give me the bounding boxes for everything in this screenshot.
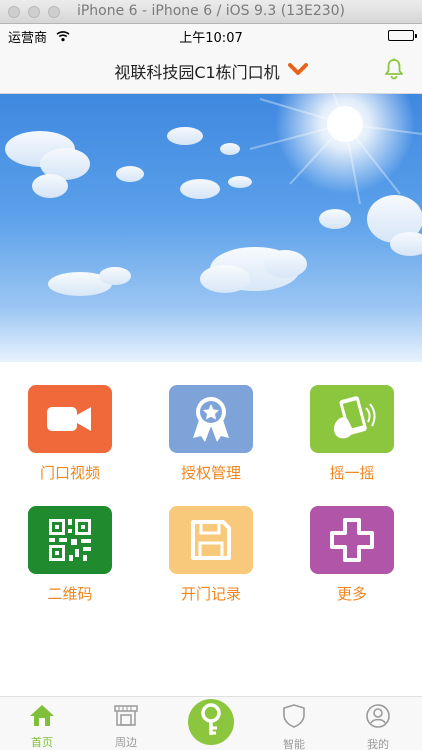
plus-icon (310, 506, 394, 574)
grid-item-authorization[interactable]: 授权管理 (166, 385, 256, 483)
tab-smart[interactable]: 智能 (264, 703, 324, 750)
tab-nearby[interactable]: 周边 (96, 703, 156, 750)
tab-mine[interactable]: 我的 (348, 703, 408, 750)
navigation-bar: 视联科技园C1栋门口机 (0, 46, 422, 94)
tab-label: 周边 (115, 736, 137, 749)
tab-label: 首页 (31, 736, 53, 749)
chevron-down-icon[interactable] (287, 62, 308, 81)
simulator-titlebar: iPhone 6 - iPhone 6 / iOS 9.3 (13E230) (0, 0, 422, 24)
user-icon (365, 704, 391, 733)
tab-label: 智能 (283, 738, 305, 750)
sky-banner-image (5, 94, 422, 296)
tab-home[interactable]: 首页 (12, 703, 72, 750)
status-bar: 运营商 上午10:07 (0, 24, 422, 46)
status-time: 上午10:07 (179, 31, 243, 46)
tab-key-unlock-button[interactable] (188, 699, 234, 745)
home-icon (29, 705, 55, 731)
tab-label: 我的 (367, 738, 389, 750)
grid-item-label: 更多 (336, 585, 367, 603)
grid-item-more[interactable]: 更多 (307, 506, 397, 604)
page-title: 视联科技园C1栋门口机 (114, 63, 280, 82)
shop-icon (113, 705, 139, 731)
video-camera-icon (28, 385, 112, 453)
battery-icon (388, 30, 417, 41)
shake-phone-icon (310, 385, 394, 453)
grid-item-door-video[interactable]: 门口视频 (25, 385, 115, 483)
grid-item-shake[interactable]: 摇一摇 (307, 385, 397, 483)
simulator-title: iPhone 6 - iPhone 6 / iOS 9.3 (13E230) (76, 3, 346, 19)
grid-item-door-records[interactable]: 开门记录 (166, 506, 256, 604)
grid-item-label: 门口视频 (39, 464, 100, 482)
grid-item-qr-code[interactable]: 二维码 (25, 506, 115, 604)
device-selector[interactable]: 视联科技园C1栋门口机 (0, 59, 422, 83)
floppy-disk-icon (169, 506, 253, 574)
qr-code-icon (28, 506, 112, 574)
key-icon (196, 703, 226, 741)
grid-item-label: 开门记录 (180, 585, 241, 603)
sky-banner (0, 94, 422, 362)
grid-item-label: 摇一摇 (329, 464, 375, 482)
bell-icon[interactable] (382, 57, 406, 85)
tab-bar: 首页 周边 智能 我的 (0, 696, 422, 750)
grid-item-label: 授权管理 (180, 464, 241, 482)
grid-item-label: 二维码 (47, 585, 93, 603)
shield-icon (282, 704, 306, 733)
award-ribbon-icon (169, 385, 253, 453)
